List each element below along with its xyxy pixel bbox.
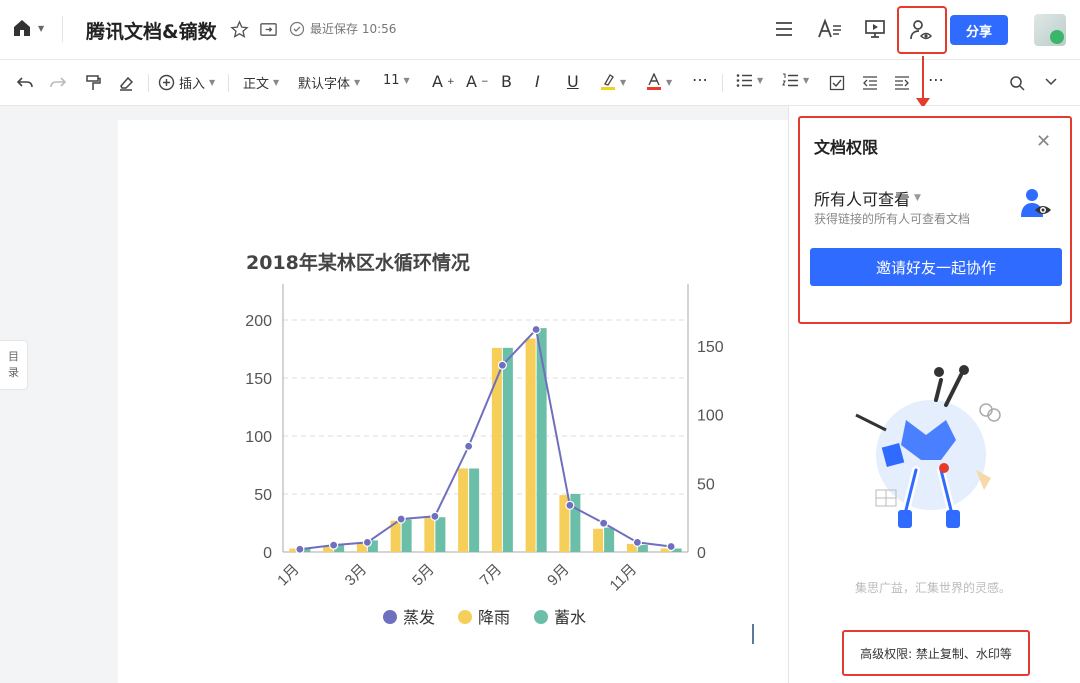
point-蒸发 [430,511,440,521]
x-tick-label: 11月 [607,561,641,595]
bar-降雨 [593,528,604,552]
bar-蓄水 [604,527,615,552]
point-蒸发 [295,544,305,554]
line-蒸发 [299,327,672,551]
x-tick-label: 9月 [544,561,573,590]
bar-蓄水 [435,517,446,552]
advanced-permissions-link[interactable]: 高级权限: 禁止复制、水印等 [842,630,1030,676]
point-蒸发 [362,537,372,547]
text-cursor [752,624,754,644]
close-icon[interactable]: ✕ [1036,131,1051,152]
y-left-tick-label: 100 [245,429,272,446]
y-right-tick-label: 150 [697,339,724,356]
y-right-tick-label: 50 [697,476,715,493]
x-tick-label: 7月 [477,561,506,590]
avatar[interactable] [1034,14,1066,46]
slogan: 集思广益，汇集世界的灵感。 [855,581,1012,595]
permission-level-label: 所有人可查看 [814,190,911,209]
invite-collaborators-button[interactable]: 邀请好友一起协作 [810,248,1062,286]
permission-description: 获得链接的所有人可查看文档 [814,212,971,226]
presentation-icon[interactable] [863,18,887,40]
y-left-tick-label: 150 [245,371,272,388]
more-icon[interactable]: ⋯ [928,70,944,89]
y-left-tick-label: 50 [254,487,272,504]
point-蒸发 [632,537,642,547]
chevron-down-icon: ▼ [914,193,921,203]
permission-level-select[interactable]: 所有人可查看 ▼ [814,186,921,210]
outdent-icon[interactable] [862,75,878,91]
point-蒸发 [464,441,474,451]
point-蒸发 [497,360,507,370]
legend-label: 降雨 [478,609,510,627]
legend-label: 蒸发 [403,609,435,627]
point-蒸发 [396,514,406,524]
point-蒸发 [329,540,339,550]
search-icon[interactable] [1009,75,1025,91]
text-format-icon[interactable] [817,18,843,40]
public-view-icon [1021,189,1051,217]
permission-button[interactable] [897,6,947,54]
point-蒸发 [565,500,575,510]
x-tick-label: 3月 [342,561,371,590]
bar-降雨 [458,468,469,552]
y-right-tick-label: 100 [697,408,724,425]
share-button[interactable]: 分享 [950,15,1008,45]
chevron-down-icon: ▼ [803,76,810,85]
bar-蓄水 [469,468,480,552]
y-left-tick-label: 0 [263,545,272,562]
x-tick-label: 5月 [409,561,438,590]
legend-label: 蓄水 [554,609,586,627]
collaboration-illustration [855,365,1001,528]
x-tick-label: 1月 [274,561,303,590]
chevron-down-icon[interactable] [1044,77,1058,87]
indent-icon[interactable] [894,75,910,91]
point-蒸发 [599,518,609,528]
bar-蓄水 [502,347,513,552]
user-eye-icon [910,20,933,40]
bar-降雨 [424,517,435,552]
legend-marker [383,610,397,624]
point-蒸发 [666,541,676,552]
water-cycle-chart: 0 50 100 150 200 0 50 100 150 1月 3月 5月 7月 9月 11月蒸发 降雨 蓄水 [245,284,724,627]
legend-marker [534,610,548,624]
legend-marker [458,610,472,624]
wechat-badge-icon [1050,30,1064,44]
bar-降雨 [525,338,536,552]
checklist-icon[interactable] [829,75,845,91]
point-蒸发 [531,324,541,335]
bar-蓄水 [401,519,412,552]
y-right-tick-label: 0 [697,545,706,562]
annotation-arrow [922,56,924,100]
y-left-tick-label: 200 [245,313,272,330]
permission-title: 文档权限 [814,138,879,157]
